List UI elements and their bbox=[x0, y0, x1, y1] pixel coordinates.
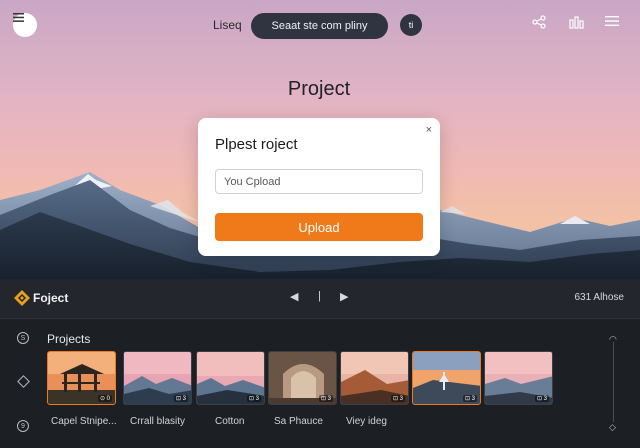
thumb-badge: ⊡ 3 bbox=[318, 395, 333, 402]
thumb-caption: Cotton bbox=[215, 416, 245, 427]
thumb-caption: Capel Stnipe... bbox=[51, 416, 117, 427]
thumb-badge: ⊡ 3 bbox=[173, 395, 188, 402]
thumb-badge: ⊡ 3 bbox=[462, 395, 477, 402]
pause-button[interactable]: | bbox=[318, 290, 321, 302]
project-thumbnail[interactable]: ⊡ 3 bbox=[340, 351, 409, 405]
menu-lines-icon[interactable] bbox=[605, 15, 623, 33]
upload-button[interactable]: Upload bbox=[215, 213, 423, 241]
thumb-badge: ⊡ 3 bbox=[534, 395, 549, 402]
close-icon[interactable]: × bbox=[426, 124, 432, 136]
thumb-badge: ⊡ 3 bbox=[246, 395, 261, 402]
next-button[interactable]: ▶ bbox=[340, 290, 348, 303]
prev-button[interactable]: ◀ bbox=[290, 290, 298, 303]
dialog-title: Plpest roject bbox=[215, 136, 298, 153]
chart-icon[interactable] bbox=[569, 15, 587, 33]
projects-label: Projects bbox=[47, 332, 91, 346]
thumb-caption: Viey ideg bbox=[346, 416, 387, 427]
project-thumbnail[interactable]: ⊡ 3 bbox=[412, 351, 481, 405]
share-icon[interactable] bbox=[532, 15, 550, 33]
side-settings-icon[interactable]: S bbox=[17, 332, 29, 344]
thumb-badge: ⊙ 0 bbox=[97, 395, 112, 402]
search-pill-button[interactable]: Seaat ste com pliny bbox=[251, 13, 388, 39]
side-info-icon[interactable]: 9 bbox=[17, 420, 29, 432]
project-thumbnail[interactable]: ⊡ 3 bbox=[484, 351, 553, 405]
vertical-scrollbar[interactable] bbox=[613, 342, 614, 422]
menu-button[interactable] bbox=[13, 13, 37, 37]
thumb-caption: Sa Phauce bbox=[274, 416, 323, 427]
scroll-down-icon[interactable]: ◇ bbox=[609, 422, 616, 433]
side-diamond-icon[interactable] bbox=[17, 375, 30, 388]
brand-logo-icon bbox=[14, 290, 30, 306]
hamburger-icon bbox=[13, 13, 24, 22]
upload-input[interactable] bbox=[215, 169, 423, 194]
projects-panel: S 9 Projects ⊙ 0 ⊡ 3 ⊡ 3 ⊡ 3 ⊡ 3 ⊡ 3 ⊡ 3… bbox=[0, 320, 640, 448]
avatar[interactable]: ti bbox=[400, 14, 422, 36]
toolbar-status: 631 Alhose bbox=[574, 292, 625, 303]
project-thumbnail[interactable]: ⊙ 0 bbox=[47, 351, 116, 405]
thumb-caption: Crrall blasity bbox=[130, 416, 186, 427]
page-title: Project bbox=[287, 78, 351, 100]
thumb-badge: ⊡ 3 bbox=[390, 395, 405, 402]
hero-background: Liseq Seaat ste com pliny ti Project × P… bbox=[0, 0, 640, 279]
editor-toolbar: Foject ◀ | ▶ 631 Alhose bbox=[0, 279, 640, 319]
project-thumbnail[interactable]: ⊡ 3 bbox=[123, 351, 192, 405]
brand-name: Foject bbox=[33, 291, 69, 305]
project-thumbnail[interactable]: ⊡ 3 bbox=[196, 351, 265, 405]
upload-dialog: × Plpest roject Upload bbox=[198, 118, 440, 256]
project-thumbnail[interactable]: ⊡ 3 bbox=[268, 351, 337, 405]
top-nav-link[interactable]: Liseq bbox=[213, 18, 242, 32]
